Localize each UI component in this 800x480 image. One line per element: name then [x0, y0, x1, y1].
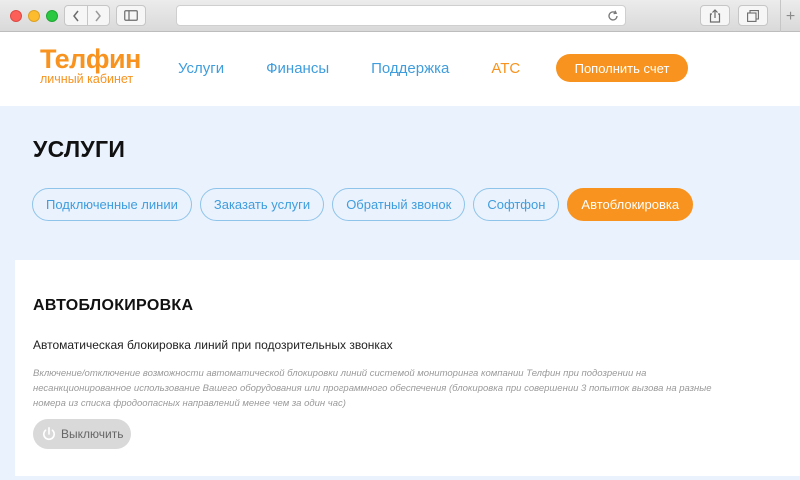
- nav-support[interactable]: Поддержка: [371, 60, 449, 77]
- tabs-overview-button[interactable]: [738, 5, 768, 26]
- disable-button[interactable]: Выключить: [33, 419, 131, 449]
- card-description: Включение/отключение возможности автомат…: [33, 368, 712, 409]
- top-up-button[interactable]: Пополнить счет: [556, 54, 688, 82]
- new-tab-button[interactable]: +: [780, 0, 800, 32]
- sidebar-icon: [124, 10, 138, 21]
- services-section: УСЛУГИ Подключенные линии Заказать услуг…: [0, 106, 800, 480]
- nav-services[interactable]: Услуги: [178, 60, 224, 77]
- plus-icon: +: [785, 8, 796, 25]
- reload-button[interactable]: [607, 9, 619, 27]
- tab-order-services[interactable]: Заказать услуги: [199, 188, 325, 221]
- share-icon: [709, 8, 721, 23]
- chevron-left-icon: [72, 10, 79, 21]
- card-subtitle: Автоматическая блокировка линий при подо…: [33, 338, 393, 352]
- tab-autoblock[interactable]: Автоблокировка: [567, 188, 694, 221]
- logo-subtitle: личный кабинет: [40, 72, 134, 86]
- tab-callback[interactable]: Обратный звонок: [332, 188, 466, 221]
- maximize-window-button[interactable]: [46, 10, 58, 22]
- close-window-button[interactable]: [10, 10, 22, 22]
- site-header: Телфин личный кабинет Услуги Финансы Под…: [0, 33, 800, 106]
- sidebar-button[interactable]: [116, 5, 146, 26]
- forward-button[interactable]: [88, 6, 110, 25]
- logo[interactable]: Телфин личный кабинет: [40, 45, 141, 86]
- power-icon: [41, 426, 57, 442]
- services-tabs: Подключенные линии Заказать услуги Обрат…: [32, 188, 701, 221]
- page-title: УСЛУГИ: [33, 136, 126, 162]
- history-navigation: [64, 5, 110, 26]
- logo-main: Телфин: [40, 44, 141, 74]
- nav-finances[interactable]: Финансы: [266, 60, 329, 77]
- minimize-window-button[interactable]: [28, 10, 40, 22]
- autoblock-card: АВТОБЛОКИРОВКА Автоматическая блокировка…: [15, 260, 800, 476]
- disable-button-label: Выключить: [61, 427, 124, 441]
- tab-softphone[interactable]: Софтфон: [473, 188, 560, 221]
- browser-toolbar: +: [0, 0, 800, 32]
- share-button[interactable]: [700, 5, 730, 26]
- address-bar[interactable]: [176, 5, 626, 26]
- tab-connected-lines[interactable]: Подключенные линии: [32, 188, 192, 221]
- chevron-right-icon: [95, 10, 102, 21]
- back-button[interactable]: [65, 6, 88, 25]
- tabs-icon: [747, 9, 759, 22]
- nav-pbx[interactable]: АТС: [491, 60, 520, 77]
- main-nav: Услуги Финансы Поддержка АТС: [178, 60, 562, 77]
- card-title: АВТОБЛОКИРОВКА: [33, 297, 194, 314]
- reload-icon: [608, 10, 618, 21]
